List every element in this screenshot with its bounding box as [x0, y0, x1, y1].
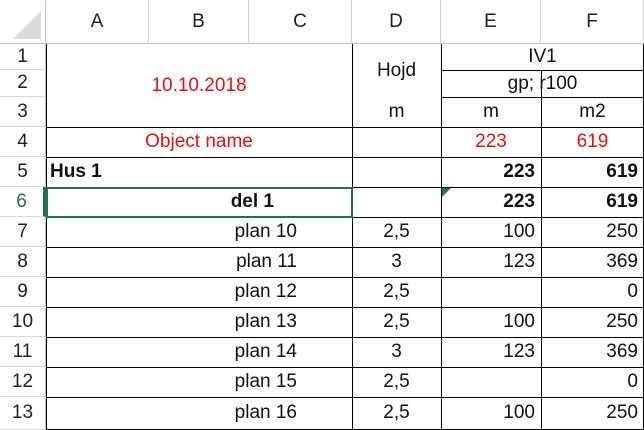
- object-f-cell[interactable]: 619: [541, 127, 644, 157]
- plan-height-cell[interactable]: 2,5: [352, 367, 441, 397]
- row-header-3[interactable]: 3: [0, 97, 46, 127]
- plan-area-cell[interactable]: 369: [541, 247, 644, 277]
- spreadsheet-grid: A B C D E F 1 2 3 4 5 6 7 8 9 10 11 12 1…: [0, 0, 644, 430]
- plan-label-cell[interactable]: plan 16: [46, 397, 352, 429]
- plan-length-cell[interactable]: [441, 367, 541, 397]
- unit-f-cell[interactable]: m2: [541, 97, 644, 127]
- plan-label-cell[interactable]: plan 14: [46, 337, 352, 367]
- row-header-8[interactable]: 8: [0, 247, 46, 277]
- plan-label-cell[interactable]: plan 13: [46, 307, 352, 337]
- plan-label-cell[interactable]: plan 10: [46, 217, 352, 247]
- date-cell[interactable]: 10.10.2018: [46, 44, 352, 127]
- iv1-header-cell[interactable]: IV1: [441, 44, 644, 70]
- plan-height-cell[interactable]: 3: [352, 247, 441, 277]
- row-header-12[interactable]: 12: [0, 367, 46, 397]
- column-header-b[interactable]: B: [149, 0, 249, 44]
- plan-height-cell[interactable]: 3: [352, 337, 441, 367]
- plan-length-cell[interactable]: [441, 277, 541, 307]
- group-f-cell[interactable]: 619: [541, 157, 644, 187]
- plan-area-cell[interactable]: 250: [541, 217, 644, 247]
- plan-area-cell[interactable]: 250: [541, 397, 644, 429]
- row-header-7[interactable]: 7: [0, 217, 46, 247]
- object-name-cell[interactable]: Object name: [46, 127, 352, 157]
- plan-area-cell[interactable]: 0: [541, 277, 644, 307]
- row-header-1[interactable]: 1: [0, 44, 46, 70]
- hojd-header-cell[interactable]: Hojd: [352, 44, 441, 97]
- row-header-2[interactable]: 2: [0, 70, 46, 97]
- column-header-a[interactable]: A: [46, 0, 149, 44]
- plan-height-cell[interactable]: 2,5: [352, 397, 441, 429]
- plan-length-cell[interactable]: 100: [441, 217, 541, 247]
- active-cell-selection: [46, 187, 353, 218]
- column-header-e[interactable]: E: [441, 0, 541, 44]
- plan-area-cell[interactable]: 0: [541, 367, 644, 397]
- column-header-c[interactable]: C: [249, 0, 352, 44]
- subgroup-f-cell[interactable]: 619: [541, 187, 644, 217]
- row-header-10[interactable]: 10: [0, 307, 46, 337]
- plan-height-cell[interactable]: 2,5: [352, 277, 441, 307]
- plan-label-cell[interactable]: plan 15: [46, 367, 352, 397]
- unit-e-cell[interactable]: m: [441, 97, 541, 127]
- group-e-cell[interactable]: 223: [441, 157, 541, 187]
- select-all-triangle-icon: [13, 11, 41, 39]
- plan-length-cell[interactable]: 100: [441, 397, 541, 429]
- select-all-corner[interactable]: [0, 0, 46, 44]
- plan-height-cell[interactable]: 2,5: [352, 217, 441, 247]
- row-header-5[interactable]: 5: [0, 157, 46, 187]
- unit-d-cell[interactable]: m: [352, 97, 441, 127]
- plan-length-cell[interactable]: 100: [441, 307, 541, 337]
- row-header-4[interactable]: 4: [0, 127, 46, 157]
- object-e-cell[interactable]: 223: [441, 127, 541, 157]
- row-header-6[interactable]: 6: [0, 187, 46, 217]
- row-header-9[interactable]: 9: [0, 277, 46, 307]
- plan-label-cell[interactable]: plan 12: [46, 277, 352, 307]
- column-header-f[interactable]: F: [541, 0, 644, 44]
- plan-length-cell[interactable]: 123: [441, 337, 541, 367]
- row-header-13[interactable]: 13: [0, 397, 46, 430]
- group-label-cell[interactable]: Hus 1: [46, 157, 352, 187]
- plan-label-cell[interactable]: plan 11: [46, 247, 352, 277]
- plan-length-cell[interactable]: 123: [441, 247, 541, 277]
- gp-header-cell[interactable]: gp; r100: [441, 70, 644, 97]
- error-indicator-icon: [442, 188, 451, 197]
- subgroup-e-cell[interactable]: 223: [441, 187, 541, 217]
- plan-area-cell[interactable]: 369: [541, 337, 644, 367]
- plan-area-cell[interactable]: 250: [541, 307, 644, 337]
- row-header-11[interactable]: 11: [0, 337, 46, 367]
- plan-height-cell[interactable]: 2,5: [352, 307, 441, 337]
- column-header-d[interactable]: D: [352, 0, 441, 44]
